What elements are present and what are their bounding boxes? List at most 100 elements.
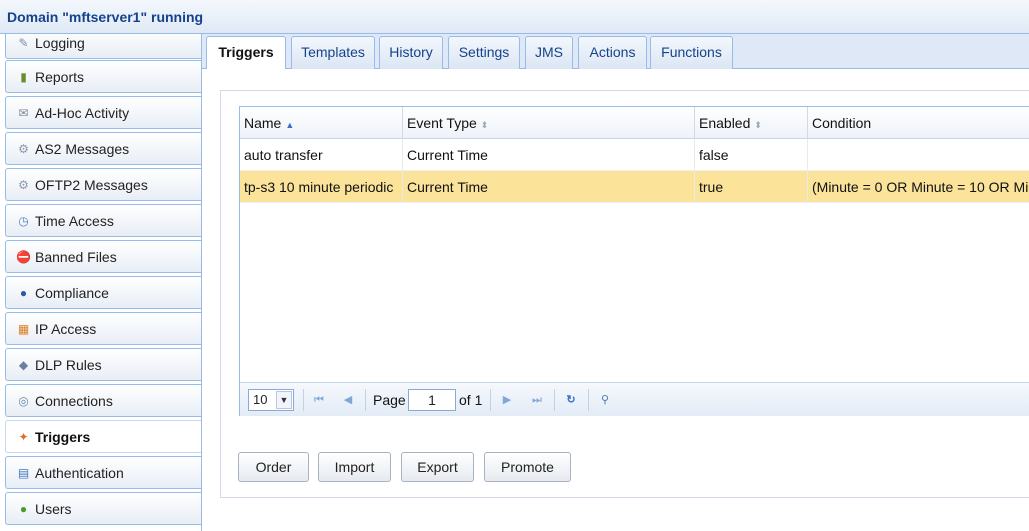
window-title: Domain "mftserver1" running: [7, 9, 204, 25]
logging-icon: ✎: [18, 36, 29, 50]
sidebar-item-triggers[interactable]: ✦ Triggers: [5, 420, 201, 453]
sidebar-item-label: Users: [35, 501, 72, 517]
column-header-condition[interactable]: Condition: [808, 107, 1029, 139]
sidebar-item-label: Time Access: [35, 213, 114, 229]
window-title-bar: Domain "mftserver1" running: [0, 0, 1029, 34]
connections-icon: ◎: [18, 394, 29, 408]
sidebar-item-label: AS2 Messages: [35, 141, 130, 157]
sidebar-item-reports[interactable]: ▮ Reports: [5, 60, 201, 93]
sidebar-item-label: Connections: [35, 393, 113, 409]
envelope-icon: ✉: [18, 106, 29, 120]
cell-name: auto transfer: [240, 139, 403, 171]
sidebar-item-authentication[interactable]: ▤ Authentication: [5, 456, 201, 489]
sidebar-item-label: Triggers: [35, 429, 91, 445]
cell-event-type: Current Time: [403, 139, 695, 171]
page-size-value: 10: [253, 392, 268, 407]
clock-icon: ◷: [18, 214, 29, 228]
sidebar-item-banned-files[interactable]: ⛔ Banned Files: [5, 240, 201, 273]
table-row[interactable]: auto transfer Current Time false: [240, 139, 1029, 171]
table-row-selected[interactable]: tp-s3 10 minute periodic Current Time tr…: [240, 171, 1029, 203]
promote-button[interactable]: Promote: [484, 452, 571, 482]
previous-page-icon[interactable]: ◀: [339, 391, 357, 409]
column-header-label: Enabled: [699, 115, 751, 131]
cell-condition: [808, 139, 1029, 171]
toolbar-separator: [588, 389, 589, 411]
gears-icon: ⚙: [18, 142, 29, 156]
cell-event-type: Current Time: [403, 171, 695, 203]
sidebar-item-dlp-rules[interactable]: ◆ DLP Rules: [5, 348, 201, 381]
id-card-icon: ▤: [17, 466, 30, 480]
chevron-down-icon: ▼: [276, 391, 292, 409]
sort-icon: ⬍: [754, 120, 762, 130]
sidebar-item-oftp2-messages[interactable]: ⚙ OFTP2 Messages: [5, 168, 201, 201]
column-header-name[interactable]: Name ▲: [240, 107, 403, 139]
toolbar-separator: [490, 389, 491, 411]
trigger-icon: ✦: [18, 430, 29, 444]
export-button[interactable]: Export: [401, 452, 474, 482]
toolbar-separator: [554, 389, 555, 411]
toolbar-separator: [365, 389, 366, 411]
page-size-select[interactable]: 10 ▼: [248, 389, 294, 411]
sidebar-item-label: Compliance: [35, 285, 109, 301]
sidebar-item-label: Banned Files: [35, 249, 117, 265]
sidebar-item-label: OFTP2 Messages: [35, 177, 148, 193]
sidebar-item-ip-access[interactable]: ▦ IP Access: [5, 312, 201, 345]
user-icon: ●: [19, 502, 28, 516]
paging-toolbar: 10 ▼ ⏮ ◀ Page 1 of 1 ▶ ⏭ ↻ ⚲: [240, 382, 1029, 416]
gears-icon: ⚙: [18, 178, 29, 192]
column-header-label: Event Type: [407, 115, 477, 131]
page-label: Page: [373, 392, 406, 408]
banned-file-icon: ⛔: [16, 250, 31, 264]
cell-enabled: true: [695, 171, 808, 203]
last-page-icon[interactable]: ⏭: [528, 391, 546, 409]
next-page-icon[interactable]: ▶: [498, 391, 516, 409]
tab-templates[interactable]: Templates: [291, 36, 375, 69]
sidebar-item-compliance[interactable]: ● Compliance: [5, 276, 201, 309]
sidebar-item-label: Logging: [35, 35, 85, 51]
sidebar-item-users[interactable]: ● Users: [5, 492, 201, 525]
sort-icon: ⬍: [480, 120, 489, 130]
column-header-event-type[interactable]: Event Type ⬍: [403, 107, 695, 139]
sidebar-item-label: Reports: [35, 69, 85, 85]
sidebar: ✎ Logging ▮ Reports ✉ Ad-Hoc Activity ⚙ AS2 Mes…: [0, 34, 202, 531]
main-content: Name ▲ Event Type ⬍ Enabled ⬍ Condition aut…: [202, 69, 1029, 531]
column-header-label: Name: [244, 115, 282, 131]
sidebar-item-label: Authentication: [35, 465, 124, 481]
import-button[interactable]: Import: [318, 452, 391, 482]
tab-actions[interactable]: Actions: [578, 36, 647, 69]
tab-functions[interactable]: Functions: [650, 36, 733, 69]
sidebar-item-logging[interactable]: ✎ Logging: [5, 34, 201, 59]
page-number-input[interactable]: 1: [408, 389, 456, 411]
tab-history[interactable]: History: [379, 36, 443, 69]
sidebar-item-ad-hoc-activity[interactable]: ✉ Ad-Hoc Activity: [5, 96, 201, 129]
column-header-enabled[interactable]: Enabled ⬍: [695, 107, 808, 139]
sidebar-item-time-access[interactable]: ◷ Time Access: [5, 204, 201, 237]
triggers-grid: Name ▲ Event Type ⬍ Enabled ⬍ Condition aut…: [239, 106, 1029, 416]
refresh-icon[interactable]: ↻: [562, 391, 580, 409]
column-header-label: Condition: [812, 115, 872, 131]
firewall-icon: ▦: [17, 322, 30, 336]
search-icon[interactable]: ⚲: [596, 391, 614, 409]
tab-strip: Triggers Templates History Settings JMS Actio…: [202, 34, 1029, 70]
toolbar-separator: [303, 389, 304, 411]
first-page-icon[interactable]: ⏮: [310, 391, 328, 409]
sidebar-item-label: IP Access: [35, 321, 97, 337]
sort-ascending-icon: ▲: [285, 120, 295, 130]
sidebar-item-connections[interactable]: ◎ Connections: [5, 384, 201, 417]
page-count-label: of 1: [459, 392, 483, 408]
tab-jms[interactable]: JMS: [525, 36, 573, 69]
tab-triggers[interactable]: Triggers: [206, 36, 286, 70]
sidebar-item-as2-messages[interactable]: ⚙ AS2 Messages: [5, 132, 201, 165]
cell-name: tp-s3 10 minute periodic: [240, 171, 403, 203]
grid-header: Name ▲ Event Type ⬍ Enabled ⬍ Condition: [240, 107, 1029, 139]
triggers-panel: Name ▲ Event Type ⬍ Enabled ⬍ Condition aut…: [220, 90, 1029, 498]
cell-enabled: false: [695, 139, 808, 171]
bar-chart-icon: ▮: [20, 70, 27, 84]
person-icon: ●: [19, 286, 28, 300]
cell-condition: (Minute = 0 OR Minute = 10 OR Minute = 2…: [812, 179, 1029, 195]
tab-settings[interactable]: Settings: [448, 36, 520, 69]
shield-icon: ◆: [18, 358, 29, 372]
order-button[interactable]: Order: [238, 452, 309, 482]
sidebar-item-label: Ad-Hoc Activity: [35, 105, 130, 121]
sidebar-item-label: DLP Rules: [35, 357, 102, 373]
